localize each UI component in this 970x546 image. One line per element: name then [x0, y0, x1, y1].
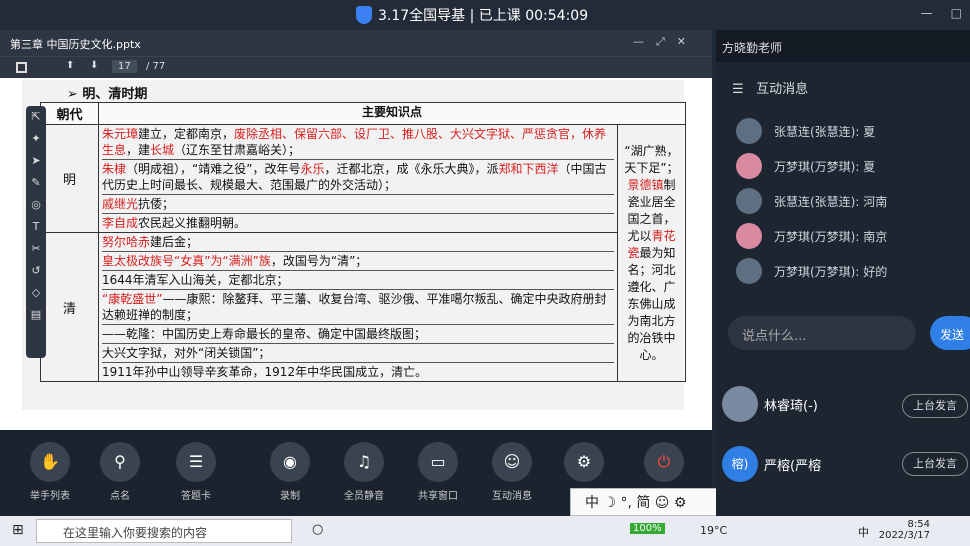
- seat-1: 林睿琦(-): [722, 386, 818, 422]
- avatar: [736, 188, 762, 214]
- taskbar-search[interactable]: 在这里输入你要搜索的内容: [36, 519, 292, 543]
- app-titlebar: 3.17全国导基 | 已上课 00:54:09 — □: [0, 0, 970, 30]
- stage-button-2[interactable]: 上台发言: [902, 452, 968, 476]
- window-controls[interactable]: —⤢✕: [633, 35, 698, 49]
- avatar: [722, 386, 758, 422]
- ming-line: 李自成农民起义推翻明朝。: [102, 216, 247, 230]
- control-icon: ◉: [270, 442, 310, 482]
- shield-icon: [356, 6, 372, 24]
- class-status: 3.17全国导基 | 已上课 00:54:09: [378, 8, 589, 24]
- windows-taskbar: ⊞ 在这里输入你要搜索的内容 ○ 100% 19°C 中 8:54 2022/3/…: [0, 516, 970, 546]
- avatar: [736, 118, 762, 144]
- chat-message: 万梦琪(万梦琪): 好的: [736, 258, 887, 284]
- ime-toolbar[interactable]: 中 ☽ °, 简 ☺ ⚙: [570, 488, 720, 516]
- control-icon: ✋: [30, 442, 70, 482]
- control-2[interactable]: ☰ 答题卡: [168, 442, 224, 502]
- arrow-up-icon[interactable]: ⬆: [66, 60, 74, 71]
- eraser-icon[interactable]: ◇: [26, 282, 46, 304]
- send-button[interactable]: 发送: [930, 316, 970, 350]
- control-icon: ⚙: [564, 442, 604, 482]
- control-5[interactable]: ▭ 共享窗口: [410, 442, 466, 502]
- control-icon: ♫: [344, 442, 384, 482]
- ming-line: 戚继光抗倭；: [102, 195, 614, 214]
- qing-line: 1911年孙中山领导辛亥革命，1912年中华民国成立，清亡。: [102, 365, 428, 379]
- control-icon: ⚲: [100, 442, 140, 482]
- search-icon[interactable]: ○: [312, 522, 323, 537]
- pen-icon[interactable]: ✎: [26, 172, 46, 194]
- avatar: [736, 223, 762, 249]
- qing-line: “康乾盛世”——康熙：除鳌拜、平三藩、收复台湾、驱沙俄、平准噶尔叛乱、确定中央政…: [102, 290, 614, 325]
- teacher-name: 方晓勤老师: [716, 30, 970, 62]
- history-table: 朝代 主要知识点 明 朱元璋建立，定都南京，废除丞相、保留六部、设厂卫、推八股、大…: [40, 102, 686, 382]
- qing-line: 皇太极改族号“女真”为“满洲”族，改国号为“清”；: [102, 252, 614, 271]
- control-4[interactable]: ♫ 全员静音: [336, 442, 392, 502]
- stage-button-1[interactable]: 上台发言: [902, 394, 968, 418]
- avatar: [736, 153, 762, 179]
- ppt-title: 第三章 中国历史文化.pptx: [10, 38, 141, 51]
- ming-line: 朱元璋建立，定都南京，废除丞相、保留六部、设厂卫、推八股、大兴文字狱、严惩贪官，…: [102, 125, 614, 160]
- side-panel: 方晓勤老师 ☰ 互动消息 张慧连(张慧连): 夏万梦琪(万梦琪): 夏张慧连(张…: [716, 30, 970, 516]
- shape-icon[interactable]: ◎: [26, 194, 46, 216]
- control-icon: ⏻: [644, 442, 684, 482]
- control-6[interactable]: ☺ 互动消息: [484, 442, 540, 502]
- toolbox-icon[interactable]: ▤: [26, 304, 46, 326]
- chat-message: 万梦琪(万梦琪): 南京: [736, 223, 887, 249]
- control-icon: ☰: [176, 442, 216, 482]
- qing-line: ——乾隆：中国历史上寿命最长的皇帝、确定中国最终版图；: [102, 325, 614, 344]
- control-0[interactable]: ✋ 举手列表: [22, 442, 78, 502]
- annotation-toolbar[interactable]: ⇱ ✦ ➤ ✎ ◎ T ✂ ↺ ◇ ▤: [26, 106, 46, 358]
- ming-points: 朱元璋建立，定都南京，废除丞相、保留六部、设厂卫、推八股、大兴文字狱、严惩贪官，…: [98, 124, 618, 233]
- arrow-down-icon[interactable]: ⬇: [90, 60, 98, 71]
- minimize-button[interactable]: —: [921, 6, 933, 20]
- side-note: “湖广熟，天下足”；景德镇制瓷业居全国之首，尤以青花瓷最为知名；河北遵化、广东佛…: [617, 124, 686, 382]
- control-icon: ☺: [492, 442, 532, 482]
- undo-icon[interactable]: ↺: [26, 260, 46, 282]
- avatar: 榕): [722, 446, 758, 482]
- cursor-icon[interactable]: ➤: [26, 150, 46, 172]
- dynasty-qing: 清: [40, 232, 99, 382]
- text-icon[interactable]: T: [26, 216, 46, 238]
- pointer-icon[interactable]: ⇱: [26, 106, 46, 128]
- qing-line: 努尔哈赤建后金；: [102, 233, 614, 252]
- avatar: [736, 258, 762, 284]
- laser-icon[interactable]: ✦: [26, 128, 46, 150]
- chat-message: 万梦琪(万梦琪): 夏: [736, 153, 875, 179]
- qing-points: 努尔哈赤建后金； 皇太极改族号“女真”为“满洲”族，改国号为“清”； 1644年清军…: [98, 232, 618, 382]
- control-3[interactable]: ◉ 录制: [262, 442, 318, 502]
- qing-line: 1644年清军入山海关，定都北京；: [102, 271, 614, 290]
- input-lang[interactable]: 中: [858, 524, 869, 540]
- dynasty-ming: 明: [40, 124, 99, 233]
- scissors-icon[interactable]: ✂: [26, 238, 46, 260]
- chat-message: 张慧连(张慧连): 夏: [736, 118, 875, 144]
- slide-heading: ➢ 明、清时期: [67, 87, 148, 102]
- header-dynasty: 朝代: [40, 102, 99, 125]
- maximize-button[interactable]: □: [951, 6, 962, 20]
- control-1[interactable]: ⚲ 点名: [92, 442, 148, 502]
- weather-temp: 19°C: [700, 524, 728, 537]
- chat-input[interactable]: 说点什么...: [728, 316, 916, 350]
- layout-icon[interactable]: [16, 62, 27, 73]
- page-total: / 77: [146, 61, 166, 72]
- windows-icon[interactable]: ⊞: [12, 522, 24, 538]
- clock: 8:54 2022/3/17: [878, 519, 930, 541]
- slide: ➢ 明、清时期 朝代 主要知识点 明 朱元璋建立，定都南京，废除丞相、保留六部、设…: [22, 80, 686, 410]
- ming-line: 朱棣（明成祖），“靖难之役”，改年号永乐，迁都北京，成《永乐大典》，派郑和下西洋…: [102, 160, 614, 195]
- battery-badge: 100%: [630, 523, 665, 534]
- messages-title: ☰ 互动消息: [732, 82, 809, 97]
- header-points: 主要知识点: [98, 102, 686, 125]
- chat-message: 张慧连(张慧连): 河南: [736, 188, 887, 214]
- control-icon: ▭: [418, 442, 458, 482]
- qing-line: 大兴文字狱，对外“闭关锁国”；: [102, 344, 614, 363]
- page-number-input[interactable]: 17: [112, 60, 137, 73]
- seat-2: 榕) 严榕(严榕: [722, 446, 821, 482]
